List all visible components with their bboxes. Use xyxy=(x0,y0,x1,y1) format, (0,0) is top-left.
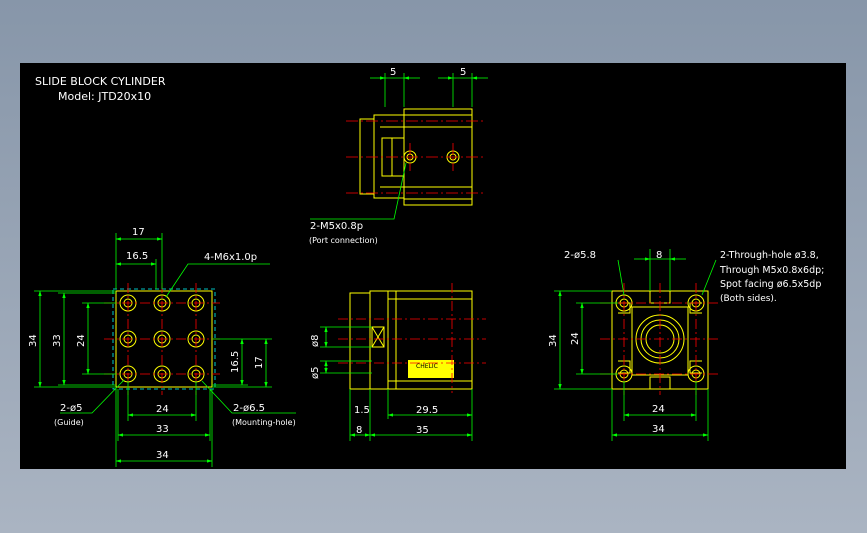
middle-view: CHELIC ø8 ø5 1.5 29.5 8 35 xyxy=(310,283,486,441)
guide-note: (Guide) xyxy=(54,418,84,427)
cad-drawing: SLIDE BLOCK CYLINDER Model: JTD20x10 5 5… xyxy=(28,67,824,467)
dim-35: 35 xyxy=(416,425,429,436)
dim-phi8: ø8 xyxy=(310,335,321,347)
dim-17-top: 17 xyxy=(132,227,145,238)
dim-16-5-right: 16.5 xyxy=(230,351,241,373)
top-dim-left: 5 xyxy=(390,67,396,78)
dim-33-bottom: 33 xyxy=(156,424,169,435)
port-label: 2-M5x0.8p xyxy=(310,221,363,232)
right-dim-34-left: 34 xyxy=(548,334,559,347)
dim-34-left: 34 xyxy=(28,334,39,347)
dim-phi5: ø5 xyxy=(310,367,321,379)
dim-33-left: 33 xyxy=(52,334,63,347)
mount-label: 2-ø6.5 xyxy=(233,403,265,414)
drawing-title: SLIDE BLOCK CYLINDER xyxy=(35,75,166,88)
mount-note: (Mounting-hole) xyxy=(232,418,296,427)
dim-17-right: 17 xyxy=(254,356,265,369)
top-dim-right: 5 xyxy=(460,67,466,78)
dim-8-top: 8 xyxy=(656,250,662,261)
guide-label: 2-ø5 xyxy=(60,403,82,414)
dim-8: 8 xyxy=(356,425,362,436)
left-view: 17 16.5 4-M6x1.0p 34 33 24 16.5 17 2-ø5 … xyxy=(28,227,296,467)
through-hole-line3: Spot facing ø6.5x5dp xyxy=(720,279,821,290)
right-dim-24-left: 24 xyxy=(570,332,581,345)
nameplate-label: CHELIC xyxy=(416,363,438,370)
dim-24-left: 24 xyxy=(76,334,87,347)
through-hole-line4: (Both sides). xyxy=(720,294,777,304)
right-dim-34-bottom: 34 xyxy=(652,424,665,435)
thread-label: 4-M6x1.0p xyxy=(204,252,257,263)
through-hole-line2: Through M5x0.8x6dp; xyxy=(719,265,824,276)
dim-24-bottom: 24 xyxy=(156,404,169,415)
dim-34-bottom: 34 xyxy=(156,450,169,461)
drawing-canvas: SLIDE BLOCK CYLINDER Model: JTD20x10 5 5… xyxy=(20,63,846,469)
right-view: 2-ø5.8 8 2-Through-hole ø3.8, Through M5… xyxy=(548,249,824,441)
model-label: Model: JTD20x10 xyxy=(58,90,151,103)
port-note: (Port connection) xyxy=(309,236,378,245)
dim-16-5-top: 16.5 xyxy=(126,251,148,262)
hole-label: 2-ø5.8 xyxy=(564,250,596,261)
dim-1-5: 1.5 xyxy=(354,405,370,416)
right-dim-24-bottom: 24 xyxy=(652,404,665,415)
through-hole-line1: 2-Through-hole ø3.8, xyxy=(720,250,819,261)
top-view: 5 5 2-M5x0.8p (Port connection) xyxy=(309,67,488,245)
dim-29-5: 29.5 xyxy=(416,405,438,416)
